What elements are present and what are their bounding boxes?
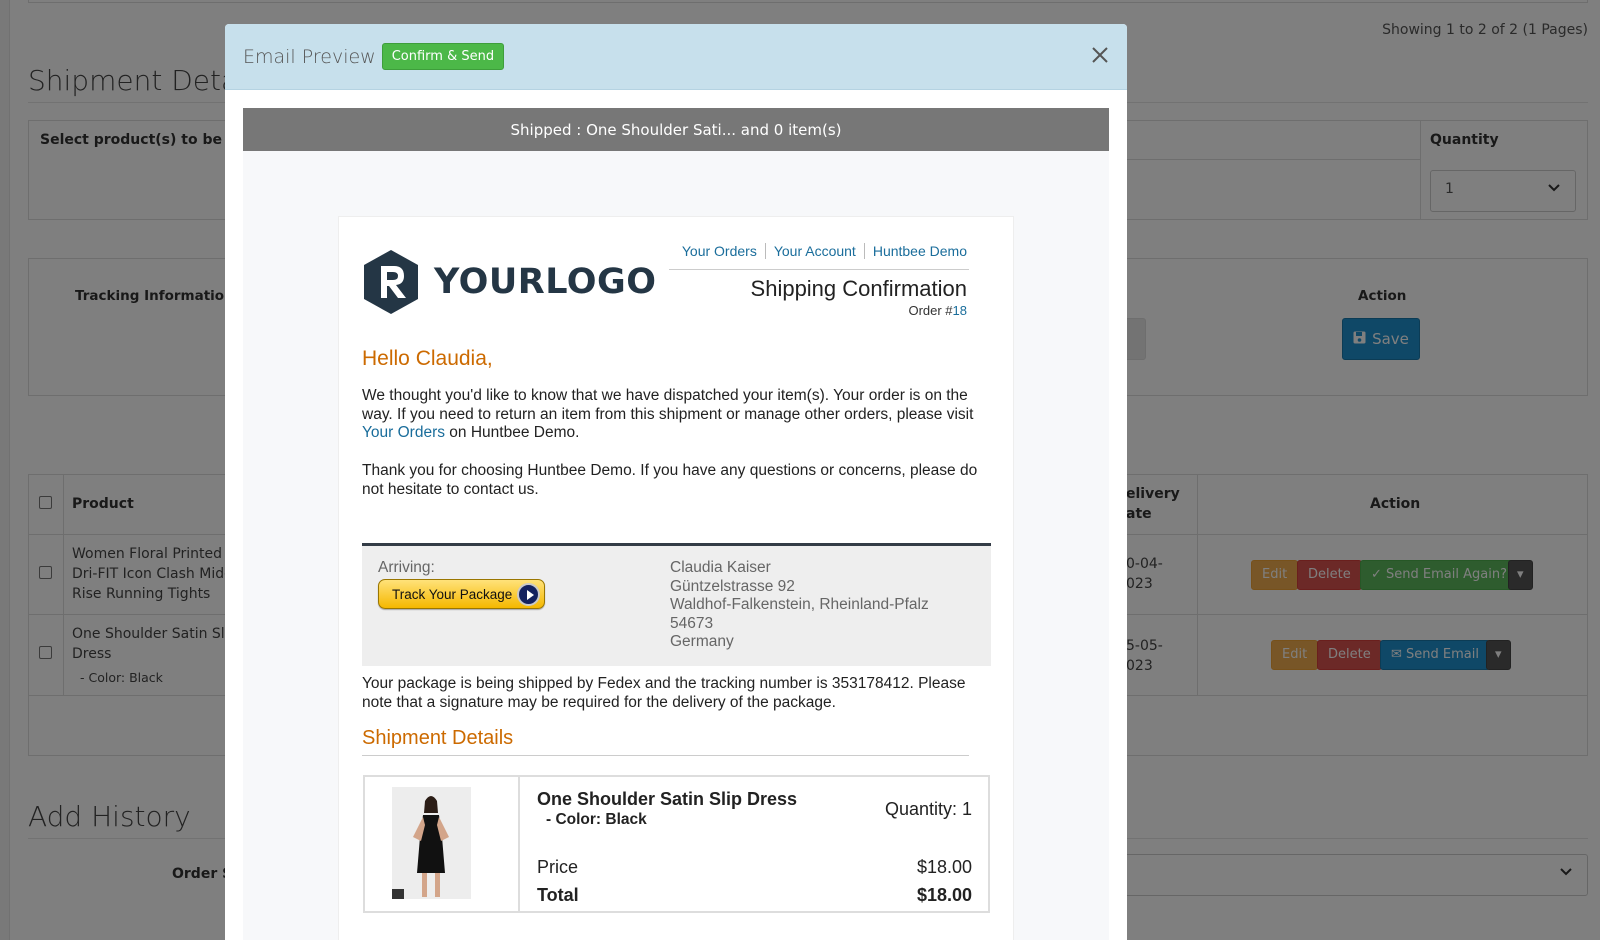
address-line: Claudia Kaiser <box>670 559 771 576</box>
shipment-item: One Shoulder Satin Slip Dress - Color: B… <box>363 775 990 913</box>
greeting: Hello Claudia, <box>362 347 493 370</box>
address-line: Güntzelstrasse 92 <box>670 577 795 595</box>
confirm-send-button[interactable]: Confirm & Send <box>381 43 505 70</box>
track-package-label: Track Your Package <box>392 586 513 602</box>
dress-photo-icon <box>392 787 471 899</box>
item-name: One Shoulder Satin Slip Dress <box>537 789 798 809</box>
address-line: 54673 <box>670 614 714 632</box>
your-orders-link[interactable]: Your Orders <box>362 424 445 441</box>
address-line: Waldhof-Falkenstein, Rheinland-Pfalz <box>670 596 929 613</box>
product-image <box>365 777 520 911</box>
logo-mark-icon <box>364 250 418 314</box>
logo-text: YOURLOGO <box>434 262 657 302</box>
email-preview-body: Shipped : One Shoulder Sati... and 0 ite… <box>243 108 1109 940</box>
arriving-label: Arriving: <box>378 559 435 576</box>
play-arrow-icon <box>517 583 540 606</box>
link-store-name[interactable]: Huntbee Demo <box>863 243 967 259</box>
dispatch-paragraph: We thought you'd like to know that we ha… <box>362 387 992 443</box>
divider <box>362 755 969 756</box>
link-your-account[interactable]: Your Account <box>764 243 864 259</box>
email-content: YOURLOGO Your Orders Your Account Huntbe… <box>338 216 1014 940</box>
order-number-link[interactable]: 18 <box>953 303 967 318</box>
address-line: Germany <box>670 633 734 650</box>
price-label: Price <box>537 857 579 877</box>
divider <box>669 269 969 270</box>
modal-title: Email Preview <box>243 45 376 68</box>
email-preview-modal: Email Preview Confirm & Send Shipped : O… <box>225 24 1127 940</box>
thanks-paragraph: Thank you for choosing Huntbee Demo. If … <box>362 462 978 498</box>
order-prefix: Order # <box>908 303 953 318</box>
price-value: $18.00 <box>916 857 972 877</box>
link-your-orders[interactable]: Your Orders <box>674 243 765 259</box>
item-quantity: Quantity: 1 <box>884 799 972 819</box>
email-heading: Shipping Confirmation <box>750 276 967 301</box>
total-value: $18.00 <box>916 885 972 905</box>
shipment-details-heading: Shipment Details <box>362 727 514 749</box>
modal-header: Email Preview Confirm & Send <box>225 24 1127 90</box>
email-header-links: Your Orders Your Account Huntbee Demo <box>674 243 967 259</box>
shipping-address: Claudia Kaiser Güntzelstrasse 92 Waldhof… <box>670 559 929 652</box>
item-option: - Color: Black <box>546 811 647 828</box>
delivery-info-box: Arriving: Track Your Package Claudia Kai… <box>362 543 991 666</box>
tracking-paragraph: Your package is being shipped by Fedex a… <box>362 675 966 711</box>
company-logo: YOURLOGO <box>362 250 657 314</box>
order-number: Order #18 <box>908 303 967 318</box>
track-package-button[interactable]: Track Your Package <box>378 579 545 609</box>
dispatch-text: We thought you'd like to know that we ha… <box>362 387 974 423</box>
close-icon[interactable] <box>1089 44 1111 66</box>
email-subject-banner: Shipped : One Shoulder Sati... and 0 ite… <box>243 108 1109 151</box>
total-label: Total <box>537 885 579 905</box>
dispatch-text-end: on Huntbee Demo. <box>445 424 580 441</box>
